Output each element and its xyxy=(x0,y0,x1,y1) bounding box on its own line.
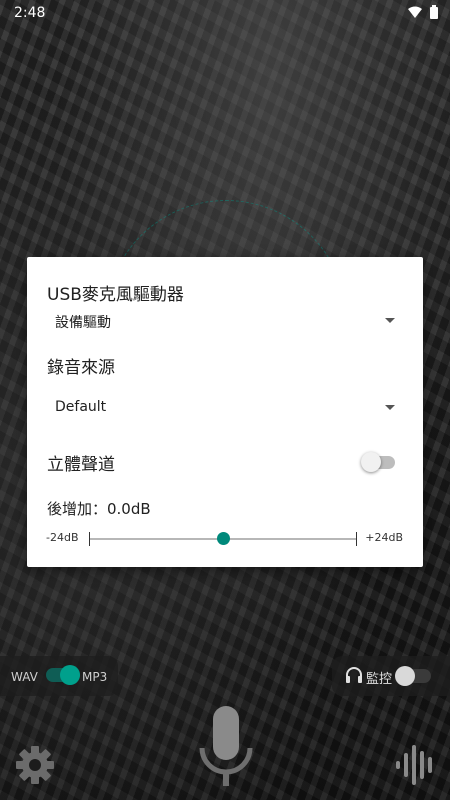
headphones-icon xyxy=(344,665,364,689)
waveform-icon[interactable] xyxy=(394,745,438,789)
usb-driver-title: USB麥克風驅動器 xyxy=(47,285,184,305)
monitor-toggle-knob xyxy=(395,666,415,686)
source-value: Default xyxy=(55,399,107,415)
format-toggle[interactable] xyxy=(46,665,80,685)
gain-slider[interactable] xyxy=(89,532,357,546)
gear-icon[interactable] xyxy=(14,744,56,790)
monitor-label: 監控 xyxy=(366,672,393,687)
usb-driver-dropdown[interactable]: 設備驅動 xyxy=(55,309,395,333)
gain-max-label: +24dB xyxy=(365,531,403,544)
status-time: 2:48 xyxy=(14,5,46,21)
battery-icon xyxy=(430,5,438,23)
slider-start-tick xyxy=(89,532,90,546)
settings-dialog: USB麥克風驅動器 設備驅動 錄音來源 Default 立體聲道 後增加：0.0… xyxy=(27,257,423,567)
format-mp3-label[interactable]: MP3 xyxy=(82,670,107,684)
monitor-toggle[interactable] xyxy=(395,666,431,686)
wifi-icon xyxy=(408,6,422,22)
usb-driver-value: 設備驅動 xyxy=(55,315,111,331)
gain-label: 後增加：0.0dB xyxy=(47,500,151,518)
format-switch-bar: WAV MP3 xyxy=(0,656,118,696)
format-wav-label[interactable]: WAV xyxy=(11,670,38,684)
stereo-label: 立體聲道 xyxy=(47,455,115,475)
slider-thumb[interactable] xyxy=(217,532,230,545)
format-toggle-knob xyxy=(60,665,80,685)
stereo-toggle[interactable] xyxy=(361,452,395,472)
source-title: 錄音來源 xyxy=(47,358,115,378)
source-dropdown[interactable]: Default xyxy=(55,396,395,420)
stereo-toggle-knob xyxy=(361,452,381,472)
status-bar: 2:48 xyxy=(0,0,450,26)
monitor-bar: 監控 xyxy=(332,656,450,696)
slider-end-tick xyxy=(356,532,357,546)
microphone-icon[interactable] xyxy=(196,706,256,796)
dropdown-arrow-icon xyxy=(385,318,395,323)
gain-min-label: -24dB xyxy=(46,531,79,544)
dropdown-arrow-icon xyxy=(385,405,395,410)
